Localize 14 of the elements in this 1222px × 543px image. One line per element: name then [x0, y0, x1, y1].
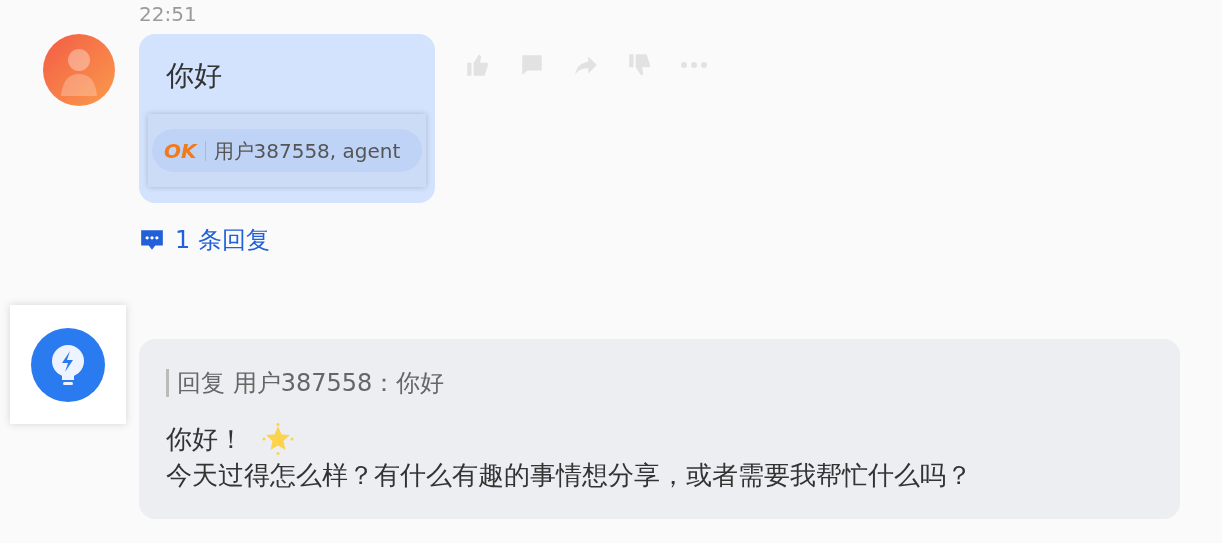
quote-text: 用户387558, agent [213, 137, 401, 165]
more-icon[interactable] [681, 61, 707, 69]
thumbs-down-icon[interactable] [627, 52, 653, 78]
comment-icon[interactable] [519, 52, 545, 78]
message-text: 今天过得怎么样？有什么有趣的事情想分享，或者需要我帮忙什么吗？ [166, 459, 973, 492]
lightbulb-icon [31, 327, 105, 402]
thumbs-up-icon[interactable] [465, 52, 491, 78]
message-text: 你好 [165, 58, 223, 94]
reply-quote: 回复 用户387558：你好 [177, 368, 445, 399]
message-time: 22:51 [139, 2, 197, 26]
replies-link[interactable]: 1 条回复 [139, 225, 270, 255]
ok-logo: OK [164, 137, 197, 165]
message-text: 你好！ [166, 423, 244, 456]
sparkle-icon [262, 423, 294, 455]
